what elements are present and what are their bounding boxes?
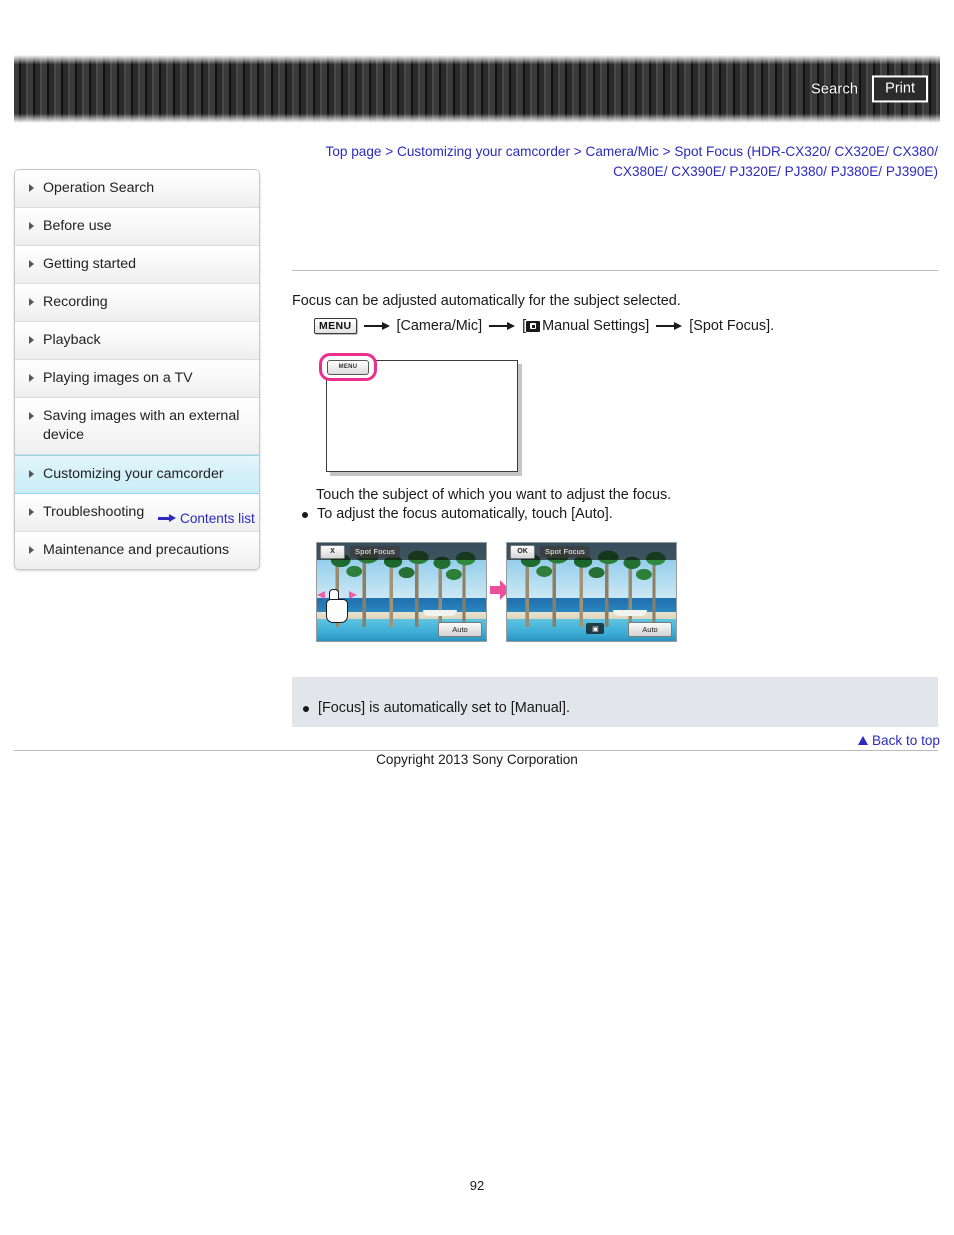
photo-title-label: Spot Focus (540, 545, 590, 558)
photo-top-bar: X Spot Focus (317, 543, 486, 560)
chevron-right-icon (29, 412, 34, 420)
sidebar-item-saving-images-external-device[interactable]: Saving images with an external device (15, 398, 259, 455)
chevron-right-icon (29, 260, 34, 268)
boat-shape (613, 609, 648, 616)
contents-list-link[interactable]: Contents list (158, 511, 255, 526)
sidebar-item-customizing-your-camcorder[interactable]: Customizing your camcorder (15, 455, 259, 494)
sidebar-item-label: Customizing your camcorder (43, 466, 224, 482)
triangle-up-icon (857, 736, 868, 745)
breadcrumb-item-customizing[interactable]: Customizing your camcorder (397, 144, 570, 159)
focus-marker-icon: ▣ (586, 623, 605, 634)
chevron-right-icon (29, 374, 34, 382)
sidebar-item-label: Troubleshooting (43, 504, 145, 520)
header-banner: Search Print (14, 55, 940, 123)
hand-palm (326, 599, 348, 623)
lcd-screen-illustration: MENU (319, 353, 518, 472)
menu-button-highlight: MENU (319, 353, 377, 381)
page-number: 92 (469, 1178, 485, 1193)
note-box: [Focus] is automatically set to [Manual]… (292, 677, 938, 727)
chevron-right-icon (29, 336, 34, 344)
back-to-top-label: Back to top (871, 733, 940, 748)
breadcrumb-item-camera-mic[interactable]: Camera/Mic (586, 144, 659, 159)
sidebar-item-operation-search[interactable]: Operation Search (15, 170, 259, 208)
sidebar-item-playback[interactable]: Playback (15, 322, 259, 360)
chevron-right-icon (29, 546, 34, 554)
photo-illustration-pair: X Spot Focus Auto OK Spot Focus ▣ Auto (316, 542, 677, 642)
step-bullet-item: To adjust the focus automatically, touch… (302, 505, 936, 524)
menu-path-step-spot-focus: [Spot Focus]. (689, 318, 775, 334)
chevron-right-icon (29, 184, 34, 192)
manual-settings-icon (526, 320, 541, 332)
arrow-right-icon (656, 321, 683, 331)
bullet-dot-icon (303, 706, 309, 712)
sidebar-item-label: Playback (43, 332, 101, 348)
breadcrumb-separator: > (385, 144, 394, 159)
step-instruction: Touch the subject of which you want to a… (316, 487, 672, 503)
copyright-text: Copyright 2013 Sony Corporation (376, 752, 578, 767)
sidebar-navigation: Operation Search Before use Getting star… (14, 169, 260, 570)
menu-path-step-manual-settings: Manual Settings] (542, 318, 650, 334)
search-link[interactable]: Search (811, 81, 858, 97)
auto-button[interactable]: Auto (438, 622, 482, 637)
boat-shape (423, 609, 458, 616)
breadcrumb-separator: > (662, 144, 671, 159)
print-button[interactable]: Print (872, 75, 928, 103)
menu-chip-icon: MENU (314, 318, 357, 334)
sidebar-item-label: Recording (43, 294, 108, 310)
contents-list-label: Contents list (180, 511, 255, 526)
sidebar-item-maintenance-and-precautions[interactable]: Maintenance and precautions (15, 532, 259, 569)
breadcrumb-item-top-page[interactable]: Top page (326, 144, 382, 159)
menu-path-step-camera-mic: [Camera/Mic] (396, 318, 483, 334)
arrow-right-icon (489, 321, 516, 331)
menu-path-instruction: MENU [Camera/Mic] [ Manual Settings] [Sp… (314, 318, 774, 334)
sidebar-item-label: Saving images with an external device (43, 408, 240, 443)
note-label: [Focus] is automatically set to [Manual]… (318, 700, 570, 716)
back-to-top-link[interactable]: Back to top (857, 733, 940, 748)
bullet-dot-icon (302, 512, 308, 518)
sidebar-item-label: Playing images on a TV (43, 370, 193, 386)
photo-after-spot-focus: OK Spot Focus ▣ Auto (506, 542, 677, 642)
sidebar-item-playing-images-on-a-tv[interactable]: Playing images on a TV (15, 360, 259, 398)
tap-arrow-right-icon (349, 591, 357, 599)
close-icon[interactable]: X (320, 544, 345, 559)
footer-divider (14, 750, 938, 751)
content-top-divider (292, 270, 938, 271)
breadcrumb-separator: > (573, 144, 582, 159)
arrow-right-icon (363, 321, 390, 331)
header-actions: Search Print (811, 75, 928, 103)
photo-title-label: Spot Focus (350, 545, 400, 558)
chevron-right-icon (29, 470, 34, 478)
arrow-right-icon (158, 514, 176, 523)
note-item: [Focus] is automatically set to [Manual]… (303, 699, 570, 718)
intro-paragraph: Focus can be adjusted automatically for … (292, 293, 681, 309)
sidebar-item-getting-started[interactable]: Getting started (15, 246, 259, 284)
auto-button[interactable]: Auto (628, 622, 672, 637)
sidebar-item-label: Maintenance and precautions (43, 542, 230, 558)
tap-arrow-left-icon (317, 591, 325, 599)
sidebar-item-label: Before use (43, 218, 112, 234)
sidebar-item-recording[interactable]: Recording (15, 284, 259, 322)
step-bullet-label: To adjust the focus automatically, touch… (317, 506, 613, 522)
breadcrumb: Top page > Customizing your camcorder > … (292, 142, 938, 182)
sidebar-item-label: Operation Search (43, 180, 155, 196)
ok-button[interactable]: OK (510, 544, 535, 559)
sidebar-item-before-use[interactable]: Before use (15, 208, 259, 246)
chevron-right-icon (29, 298, 34, 306)
chevron-right-icon (29, 508, 34, 516)
touch-hand-icon (317, 587, 357, 623)
photo-before-spot-focus: X Spot Focus Auto (316, 542, 487, 642)
sidebar-item-label: Getting started (43, 256, 137, 272)
lcd-menu-button: MENU (327, 359, 369, 375)
photo-top-bar: OK Spot Focus (507, 543, 676, 560)
chevron-right-icon (29, 222, 34, 230)
